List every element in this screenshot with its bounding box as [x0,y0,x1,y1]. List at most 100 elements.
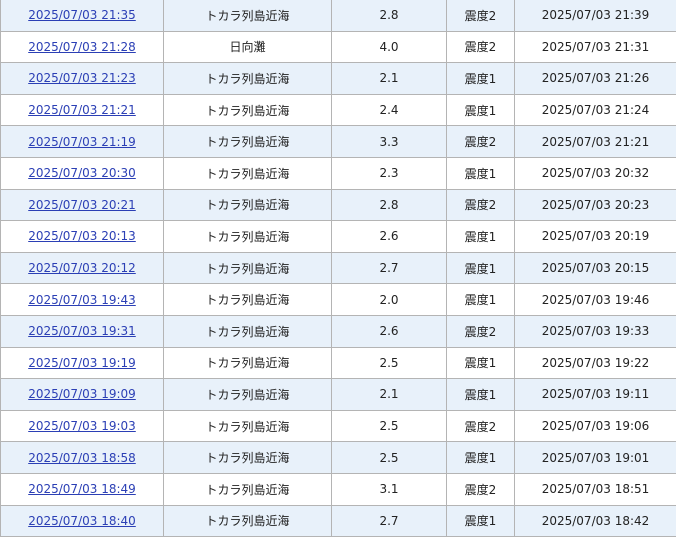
magnitude-cell: 2.5 [331,441,447,474]
epicenter-cell: トカラ列島近海 [163,409,332,443]
table-row: 2025/07/03 20:13 トカラ列島近海 2.6 震度1 2025/07/03 … [0,220,676,253]
occurrence-time-cell: 2025/07/03 21:35 [0,0,164,32]
occurrence-time-cell: 2025/07/03 20:13 [0,220,164,253]
earthquake-list-table: 2025/07/03 21:35 トカラ列島近海 2.8 震度2 2025/07/03 … [0,0,676,538]
published-time-cell: 2025/07/03 19:01 [514,441,676,474]
occurrence-time-cell: 2025/07/03 19:09 [0,378,164,411]
occurrence-time-cell: 2025/07/03 21:21 [0,93,164,127]
occurrence-time-cell: 2025/07/03 20:30 [0,156,164,190]
occurrence-time-cell: 2025/07/03 20:12 [0,251,164,285]
occurrence-time-link[interactable]: 2025/07/03 21:21 [28,103,136,117]
magnitude-cell: 2.3 [331,156,447,190]
max-intensity-cell: 震度2 [446,409,515,443]
epicenter-cell: トカラ列島近海 [163,0,332,32]
magnitude-cell: 2.8 [331,188,447,222]
max-intensity-cell: 震度2 [446,314,515,348]
max-intensity-cell: 震度1 [446,220,515,253]
max-intensity-cell: 震度1 [446,93,515,127]
epicenter-cell: トカラ列島近海 [163,504,332,538]
occurrence-time-cell: 2025/07/03 19:19 [0,346,164,380]
table-row: 2025/07/03 21:35 トカラ列島近海 2.8 震度2 2025/07/03 … [0,0,676,32]
table-row: 2025/07/03 18:40 トカラ列島近海 2.7 震度1 2025/07/03 … [0,504,676,538]
published-time-cell: 2025/07/03 21:31 [514,30,676,64]
magnitude-cell: 2.5 [331,409,447,443]
occurrence-time-cell: 2025/07/03 18:40 [0,504,164,538]
table-row: 2025/07/03 19:09 トカラ列島近海 2.1 震度1 2025/07/03 … [0,378,676,411]
occurrence-time-link[interactable]: 2025/07/03 20:13 [28,229,136,243]
magnitude-cell: 2.7 [331,504,447,538]
occurrence-time-link[interactable]: 2025/07/03 18:40 [28,514,136,528]
epicenter-cell: トカラ列島近海 [163,125,332,158]
published-time-cell: 2025/07/03 21:26 [514,62,676,95]
epicenter-cell: トカラ列島近海 [163,314,332,348]
published-time-cell: 2025/07/03 19:33 [514,314,676,348]
occurrence-time-link[interactable]: 2025/07/03 19:09 [28,387,136,401]
max-intensity-cell: 震度1 [446,62,515,95]
table-row: 2025/07/03 19:19 トカラ列島近海 2.5 震度1 2025/07/03 … [0,346,676,380]
occurrence-time-cell: 2025/07/03 19:31 [0,314,164,348]
published-time-cell: 2025/07/03 20:19 [514,220,676,253]
max-intensity-cell: 震度2 [446,30,515,64]
occurrence-time-cell: 2025/07/03 20:21 [0,188,164,222]
table-row: 2025/07/03 21:28 日向灘 4.0 震度2 2025/07/03 21:3… [0,30,676,64]
magnitude-cell: 2.5 [331,346,447,380]
occurrence-time-link[interactable]: 2025/07/03 19:19 [28,356,136,370]
epicenter-cell: 日向灘 [163,30,332,64]
published-time-cell: 2025/07/03 18:42 [514,504,676,538]
epicenter-cell: トカラ列島近海 [163,346,332,380]
table-row: 2025/07/03 19:03 トカラ列島近海 2.5 震度2 2025/07/03 … [0,409,676,443]
published-time-cell: 2025/07/03 21:21 [514,125,676,158]
table-row: 2025/07/03 18:58 トカラ列島近海 2.5 震度1 2025/07/03 … [0,441,676,474]
magnitude-cell: 2.1 [331,62,447,95]
occurrence-time-link[interactable]: 2025/07/03 20:21 [28,198,136,212]
table-row: 2025/07/03 21:21 トカラ列島近海 2.4 震度1 2025/07/03 … [0,93,676,127]
epicenter-cell: トカラ列島近海 [163,472,332,506]
magnitude-cell: 3.3 [331,125,447,158]
epicenter-cell: トカラ列島近海 [163,251,332,285]
table-row: 2025/07/03 19:31 トカラ列島近海 2.6 震度2 2025/07/03 … [0,314,676,348]
occurrence-time-link[interactable]: 2025/07/03 21:19 [28,135,136,149]
max-intensity-cell: 震度1 [446,156,515,190]
magnitude-cell: 4.0 [331,30,447,64]
occurrence-time-link[interactable]: 2025/07/03 21:23 [28,71,136,85]
occurrence-time-link[interactable]: 2025/07/03 18:58 [28,451,136,465]
magnitude-cell: 3.1 [331,472,447,506]
occurrence-time-link[interactable]: 2025/07/03 18:49 [28,482,136,496]
published-time-cell: 2025/07/03 19:11 [514,378,676,411]
magnitude-cell: 2.4 [331,93,447,127]
occurrence-time-link[interactable]: 2025/07/03 20:30 [28,166,136,180]
occurrence-time-link[interactable]: 2025/07/03 19:31 [28,324,136,338]
occurrence-time-cell: 2025/07/03 18:49 [0,472,164,506]
occurrence-time-link[interactable]: 2025/07/03 19:43 [28,293,136,307]
published-time-cell: 2025/07/03 19:06 [514,409,676,443]
occurrence-time-link[interactable]: 2025/07/03 19:03 [28,419,136,433]
epicenter-cell: トカラ列島近海 [163,62,332,95]
magnitude-cell: 2.1 [331,378,447,411]
occurrence-time-cell: 2025/07/03 18:58 [0,441,164,474]
epicenter-cell: トカラ列島近海 [163,283,332,316]
occurrence-time-link[interactable]: 2025/07/03 21:35 [28,8,136,22]
published-time-cell: 2025/07/03 20:32 [514,156,676,190]
published-time-cell: 2025/07/03 19:46 [514,283,676,316]
magnitude-cell: 2.6 [331,314,447,348]
epicenter-cell: トカラ列島近海 [163,378,332,411]
magnitude-cell: 2.7 [331,251,447,285]
occurrence-time-cell: 2025/07/03 19:03 [0,409,164,443]
occurrence-time-link[interactable]: 2025/07/03 21:28 [28,40,136,54]
occurrence-time-cell: 2025/07/03 21:23 [0,62,164,95]
max-intensity-cell: 震度1 [446,504,515,538]
epicenter-cell: トカラ列島近海 [163,156,332,190]
occurrence-time-cell: 2025/07/03 21:19 [0,125,164,158]
published-time-cell: 2025/07/03 19:22 [514,346,676,380]
max-intensity-cell: 震度2 [446,188,515,222]
epicenter-cell: トカラ列島近海 [163,441,332,474]
max-intensity-cell: 震度1 [446,283,515,316]
table-row: 2025/07/03 21:19 トカラ列島近海 3.3 震度2 2025/07/03 … [0,125,676,158]
occurrence-time-link[interactable]: 2025/07/03 20:12 [28,261,136,275]
epicenter-cell: トカラ列島近海 [163,188,332,222]
magnitude-cell: 2.8 [331,0,447,32]
occurrence-time-cell: 2025/07/03 21:28 [0,30,164,64]
table-row: 2025/07/03 20:21 トカラ列島近海 2.8 震度2 2025/07/03 … [0,188,676,222]
magnitude-cell: 2.0 [331,283,447,316]
published-time-cell: 2025/07/03 18:51 [514,472,676,506]
